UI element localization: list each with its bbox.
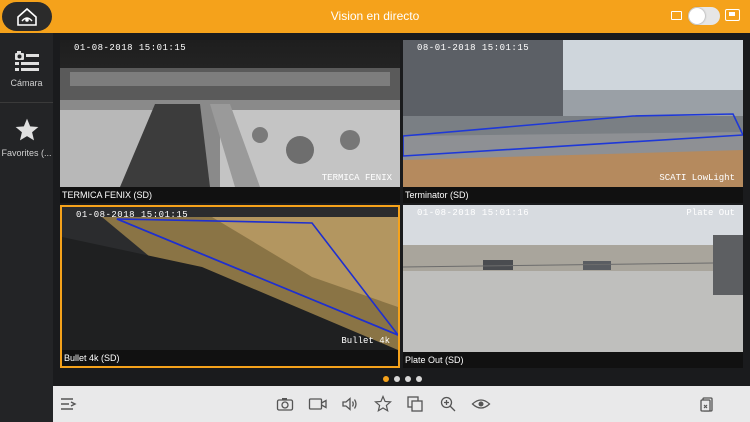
sidebar: Cámara Favorites (... <box>0 33 53 422</box>
camera-tile[interactable]: 01-08-2018 15:01:16 Plate Out Plate Out … <box>403 205 743 368</box>
sidebar-item-favorites[interactable]: Favorites (... <box>0 117 53 158</box>
eye-icon <box>471 399 491 409</box>
top-bar: Vision en directo <box>0 0 750 33</box>
camera-name: TERMICA FENIX (SD) <box>60 187 400 203</box>
audio-button[interactable] <box>339 393 361 415</box>
camera-overlay: SCATI LowLight <box>659 173 735 183</box>
camera-overlay: Bullet 4k <box>341 336 390 346</box>
page-dot[interactable] <box>394 376 400 382</box>
zoom-button[interactable] <box>437 393 459 415</box>
audio-icon <box>342 397 357 411</box>
record-icon <box>308 398 327 410</box>
timestamp: 01-08-2018 15:01:15 <box>74 43 187 53</box>
menu-button[interactable] <box>57 393 79 415</box>
delete-all-icon <box>700 397 713 412</box>
timestamp: 08-01-2018 15:01:15 <box>417 43 530 53</box>
sidebar-item-label: Favorites (... <box>1 148 52 158</box>
page-indicator <box>383 376 422 382</box>
camera-overlay: TERMICA FENIX <box>321 173 392 183</box>
page-dot[interactable] <box>405 376 411 382</box>
timestamp: 01-08-2018 15:01:16 <box>417 208 530 218</box>
camera-name: Bullet 4k (SD) <box>62 350 398 366</box>
screen-icon[interactable] <box>725 9 740 21</box>
favorite-button[interactable] <box>372 393 394 415</box>
divider <box>0 102 53 103</box>
bottom-toolbar <box>53 386 750 422</box>
record-button[interactable] <box>307 393 329 415</box>
delete-all-button[interactable] <box>696 393 718 415</box>
zoom-icon <box>440 396 456 412</box>
video-grid: 01-08-2018 15:01:15 TERMICA FENIX TERMIC… <box>57 37 747 368</box>
video-feed <box>403 205 743 352</box>
video-feed <box>60 40 400 187</box>
camera-name: Terminator (SD) <box>403 187 743 203</box>
favorite-icon <box>374 395 392 412</box>
toggle-knob <box>689 8 705 24</box>
sidebar-item-camara[interactable]: Cámara <box>0 49 53 88</box>
timestamp: 01-08-2018 15:01:15 <box>76 210 189 220</box>
page-title: Vision en directo <box>330 9 420 23</box>
page-dot[interactable] <box>416 376 422 382</box>
copy-icon <box>407 396 423 412</box>
camera-tile-selected[interactable]: 01-08-2018 15:01:15 Bullet 4k Bullet 4k … <box>60 205 400 368</box>
camera-name: Plate Out (SD) <box>403 352 743 368</box>
snapshot-icon <box>276 398 294 411</box>
copy-button[interactable] <box>404 393 426 415</box>
message-icon[interactable] <box>671 11 682 20</box>
menu-arrow-icon <box>61 398 77 410</box>
camera-list-icon <box>14 51 39 71</box>
video-feed <box>62 207 398 350</box>
live-toggle[interactable] <box>688 7 720 25</box>
snapshot-button[interactable] <box>274 393 296 415</box>
sidebar-item-label: Cámara <box>10 78 43 88</box>
view-button[interactable] <box>470 393 492 415</box>
camera-tile[interactable]: 01-08-2018 15:01:15 TERMICA FENIX TERMIC… <box>60 40 400 203</box>
video-feed <box>403 40 743 187</box>
camera-overlay: Plate Out <box>686 208 735 218</box>
star-icon <box>15 118 38 141</box>
page-dot[interactable] <box>383 376 389 382</box>
app-window: Vision en directo Cámara Favorites (... … <box>0 0 750 422</box>
camera-tile[interactable]: 08-01-2018 15:01:15 SCATI LowLight Termi… <box>403 40 743 203</box>
